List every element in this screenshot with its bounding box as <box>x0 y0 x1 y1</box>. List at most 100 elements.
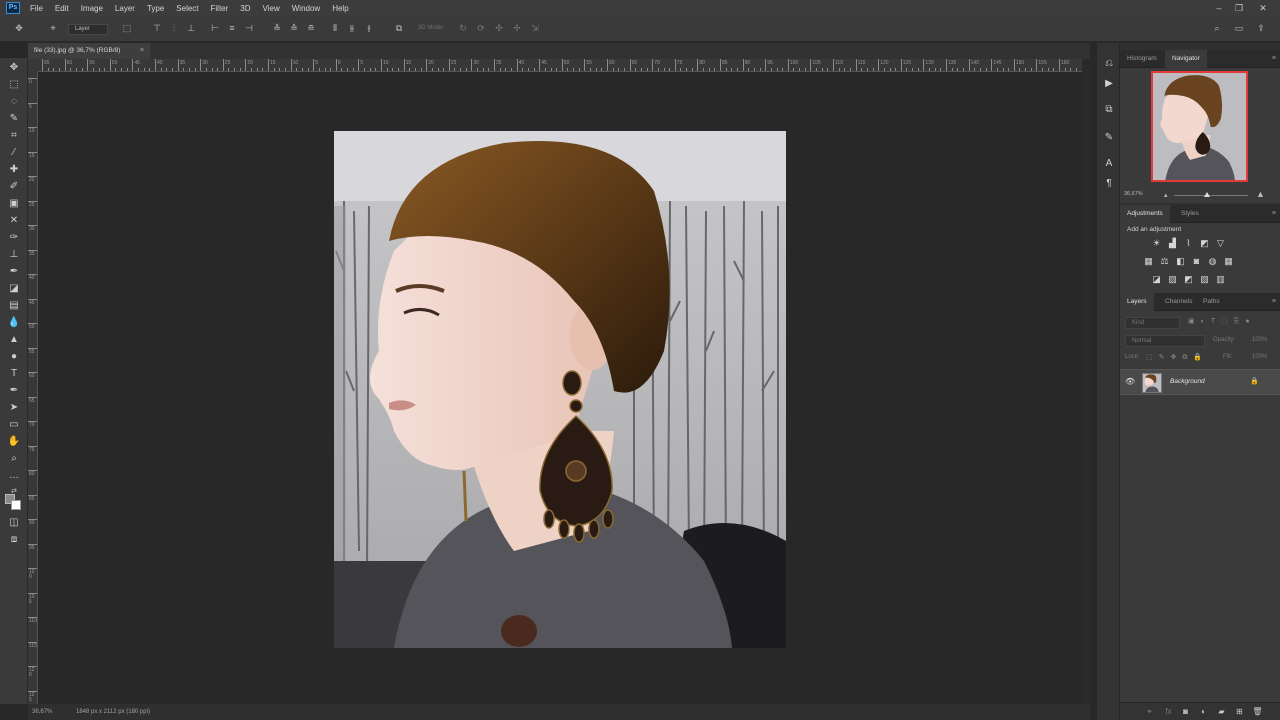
move-tool-icon[interactable]: ✥ <box>14 23 24 33</box>
distribute-left-icon[interactable]: ⫴ <box>330 23 340 33</box>
frame-tool-icon[interactable]: ▣ <box>7 198 21 210</box>
share-icon[interactable]: ⇪ <box>1256 23 1266 33</box>
distribute-vcenter-icon[interactable]: ≙ <box>289 23 299 33</box>
brush-settings-icon[interactable]: ✎ <box>1102 131 1116 145</box>
distribute-hcenter-icon[interactable]: ⫵ <box>347 23 357 33</box>
exposure-icon[interactable]: ◩ <box>1199 238 1210 249</box>
move-tool-icon[interactable]: ✥ <box>7 62 21 74</box>
transform-controls-icon[interactable]: ⬚ <box>122 23 132 33</box>
status-zoom[interactable]: 36,67% <box>32 704 52 720</box>
eraser-tool-icon[interactable]: ◪ <box>7 283 21 295</box>
threshold-icon[interactable]: ◩ <box>1183 274 1194 285</box>
align-hcenter-icon[interactable]: ≡ <box>227 23 237 33</box>
navigator-zoom-slider[interactable] <box>1174 195 1248 196</box>
layer-filter-kind[interactable]: Kind <box>1125 317 1180 329</box>
actions-panel-icon[interactable]: ▶ <box>1102 77 1116 91</box>
lasso-tool-icon[interactable]: ◌ <box>7 96 21 108</box>
close-window-icon[interactable]: ✕ <box>1256 2 1270 14</box>
ruler-origin[interactable] <box>28 59 38 72</box>
blur-tool-icon[interactable]: 💧 <box>7 317 21 329</box>
gradient-tool-icon[interactable]: ▤ <box>7 300 21 312</box>
layer-style-icon[interactable]: fx <box>1163 706 1174 717</box>
hue-saturation-icon[interactable]: ▦ <box>1143 256 1154 267</box>
search-icon[interactable]: ⌕ <box>1212 23 1222 33</box>
color-lookup-icon[interactable]: ▦ <box>1223 256 1234 267</box>
tab-adjustments[interactable]: Adjustments <box>1120 205 1170 223</box>
3d-pan-icon[interactable]: ✣ <box>494 23 504 33</box>
layer-row-background[interactable]: 👁 Background 🔒 <box>1120 369 1280 395</box>
navigator-slider-knob[interactable] <box>1204 192 1210 197</box>
canvas-vertical-scrollbar[interactable] <box>1082 59 1090 704</box>
tab-navigator[interactable]: Navigator <box>1165 50 1207 68</box>
vertical-ruler[interactable]: 0 5 10 15 20 25 30 35 40 45 50 55 60 65 70 75 80 85 90 95 10… <box>28 72 38 704</box>
shape-tool-icon[interactable]: ▭ <box>7 419 21 431</box>
align-top-icon[interactable]: ⊤ <box>152 23 162 33</box>
document-tab[interactable]: file (33).jpg @ 36,7% (RGB/8) × <box>28 43 150 59</box>
align-right-icon[interactable]: ⊣ <box>244 23 254 33</box>
3d-roll-icon[interactable]: ⟳ <box>476 23 486 33</box>
menu-3d[interactable]: 3D <box>240 4 250 13</box>
channel-mixer-icon[interactable]: ◍ <box>1207 256 1218 267</box>
menu-select[interactable]: Select <box>176 4 198 13</box>
history-brush-tool-icon[interactable]: ✑ <box>7 232 21 244</box>
healing-brush-tool-icon[interactable]: ✚ <box>7 164 21 176</box>
layer-name[interactable]: Background <box>1170 378 1205 385</box>
hand-tool-icon[interactable]: ✋ <box>7 436 21 448</box>
zoom-out-icon[interactable]: ▴ <box>1164 191 1168 199</box>
layer-filter-icons[interactable]: ▣◐T⬚⎘● <box>1188 317 1256 326</box>
align-bottom-icon[interactable]: ⊥ <box>186 23 196 33</box>
layers-menu-icon[interactable]: ≡ <box>1272 298 1276 305</box>
auto-align-icon[interactable]: ⧉ <box>394 23 404 33</box>
stamp-tool-icon[interactable]: ⊥ <box>7 249 21 261</box>
new-adjustment-layer-icon[interactable]: ◐ <box>1198 706 1209 717</box>
add-mask-icon[interactable]: ◙ <box>1180 706 1191 717</box>
horizontal-ruler[interactable]: 65 60 55 50 45 40 35 30 25 20 15 10 5 0 5 10 15 20 25 30 35 4… <box>38 59 1082 72</box>
navigator-menu-icon[interactable]: ≡ <box>1272 55 1276 62</box>
blend-mode-dropdown[interactable]: Normal <box>1125 335 1205 347</box>
tab-histogram[interactable]: Histogram <box>1120 50 1164 68</box>
adjustments-menu-icon[interactable]: ≡ <box>1272 210 1276 217</box>
menu-edit[interactable]: Edit <box>55 4 69 13</box>
tab-layers[interactable]: Layers <box>1120 293 1154 311</box>
selective-color-icon[interactable]: ▧ <box>1199 274 1210 285</box>
lock-icons[interactable]: ⬚✎✥⧉🔒 <box>1146 353 1208 362</box>
auto-select-dropdown[interactable]: Layer <box>68 24 108 35</box>
burn-tool-icon[interactable]: ● <box>7 351 21 363</box>
history-panel-icon[interactable]: ⎌ <box>1102 57 1116 71</box>
zoom-tool-icon[interactable]: ⌕ <box>7 453 21 465</box>
vibrance-icon[interactable]: ▽ <box>1215 238 1226 249</box>
quick-mask-icon[interactable]: ◫ <box>7 517 21 529</box>
properties-panel-icon[interactable]: ⧉ <box>1102 103 1116 117</box>
screen-mode-icon[interactable]: ⧈ <box>7 534 21 546</box>
3d-slide-icon[interactable]: ✢ <box>512 23 522 33</box>
pen-tool-icon[interactable]: ✒ <box>7 385 21 397</box>
tab-styles[interactable]: Styles <box>1174 205 1206 223</box>
invert-icon[interactable]: ◪ <box>1151 274 1162 285</box>
opacity-value[interactable]: 100% <box>1252 337 1267 343</box>
gradient-map-icon[interactable]: ▥ <box>1215 274 1226 285</box>
3d-orbit-icon[interactable]: ↻ <box>458 23 468 33</box>
align-left-icon[interactable]: ⊢ <box>210 23 220 33</box>
menu-view[interactable]: View <box>263 4 280 13</box>
navigator-thumbnail[interactable] <box>1151 71 1248 182</box>
crop-tool-icon[interactable]: ⌗ <box>7 130 21 142</box>
minimize-icon[interactable]: – <box>1212 2 1226 14</box>
brightness-contrast-icon[interactable]: ☀ <box>1151 238 1162 249</box>
new-layer-icon[interactable]: ⊞ <box>1234 706 1245 717</box>
status-doc-info[interactable]: 1848 px x 2112 px (180 ppi) <box>76 704 150 720</box>
tab-channels[interactable]: Channels <box>1158 293 1199 311</box>
close-tab-icon[interactable]: × <box>140 43 144 59</box>
document-image-portrait[interactable] <box>334 131 786 648</box>
paragraph-panel-icon[interactable]: ¶ <box>1102 177 1116 191</box>
levels-icon[interactable]: ▟ <box>1167 238 1178 249</box>
delete-layer-icon[interactable]: 🗑 <box>1252 706 1263 717</box>
menu-file[interactable]: File <box>30 4 43 13</box>
more-tools-icon[interactable]: … <box>7 470 21 482</box>
clone-stamp-tool-icon[interactable]: ✕ <box>7 215 21 227</box>
3d-scale-icon[interactable]: ⇲ <box>530 23 540 33</box>
restore-icon[interactable]: ❐ <box>1232 2 1246 14</box>
menu-layer[interactable]: Layer <box>115 4 135 13</box>
fill-value[interactable]: 100% <box>1252 354 1267 360</box>
color-balance-icon[interactable]: ⚖ <box>1159 256 1170 267</box>
dodge-tool-icon[interactable]: ▲ <box>7 334 21 346</box>
